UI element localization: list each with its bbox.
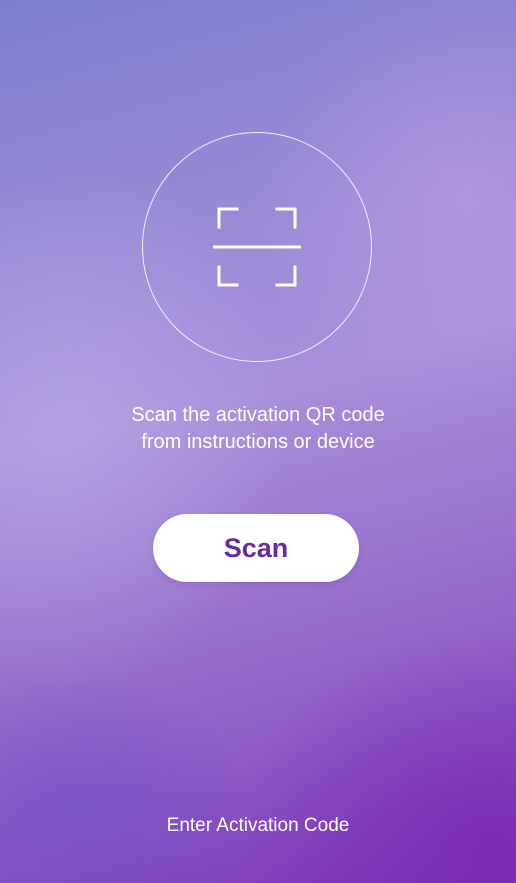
qr-scan-icon	[211, 203, 303, 291]
activation-screen: Scan the activation QR code from instruc…	[0, 0, 516, 883]
instruction-line-2: from instructions or device	[141, 431, 375, 453]
scan-button[interactable]: Scan	[153, 514, 359, 582]
scan-instruction: Scan the activation QR code from instruc…	[0, 402, 516, 456]
scan-circle	[142, 132, 372, 362]
instruction-line-1: Scan the activation QR code	[131, 404, 385, 426]
enter-activation-code-link[interactable]: Enter Activation Code	[0, 815, 516, 837]
